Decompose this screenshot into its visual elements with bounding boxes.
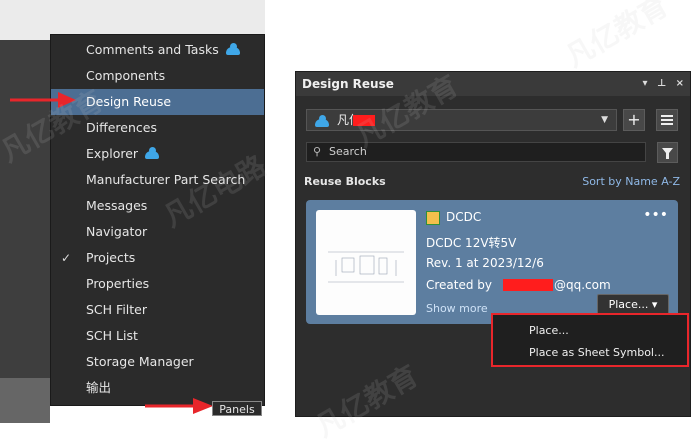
filter-button[interactable] [657,142,678,163]
reuse-block-icon [426,211,440,225]
menu-button[interactable] [656,109,678,131]
place-menu-item[interactable]: Place... [529,324,569,337]
reuse-block-card[interactable]: DCDC ••• DCDC 12V转5V Rev. 1 at 2023/12/6… [306,200,678,324]
more-options-icon[interactable]: ••• [643,207,668,223]
panels-menu-item[interactable]: SCH Filter [51,297,264,323]
cloud-icon [226,43,240,55]
panel-header-controls: ▾ ⊥ × [636,72,684,96]
panels-menu-item-label: Messages [86,198,148,213]
section-label: Reuse Blocks [304,175,386,188]
redacted-text [503,279,553,291]
panels-menu-item-label: SCH Filter [86,302,147,317]
block-name: DCDC [446,210,482,224]
panels-menu-item-label: Properties [86,276,150,291]
watermark: 凡亿教育 [560,0,674,74]
panels-menu-item[interactable]: ✓ Projects [51,245,264,271]
show-more-link[interactable]: Show more [426,302,488,315]
block-created-by-domain: @qq.com [554,278,611,292]
block-created-by: Created by [426,278,493,292]
place-dropdown-menu: Place... Place as Sheet Symbol... [491,313,689,367]
panels-menu-item-label: 输出 [86,380,112,395]
panels-menu-item-label: Navigator [86,224,148,239]
search-input[interactable]: ⚲ Search [306,142,646,162]
panels-menu-item[interactable]: Navigator [51,219,264,245]
checkmark-icon: ✓ [61,251,72,265]
panels-menu-item-label: Comments and Tasks [86,42,219,57]
hamburger-icon [661,115,673,125]
background-bottom [0,378,50,423]
block-revision: Rev. 1 at 2023/12/6 [426,256,544,270]
panels-menu-item-label: Storage Manager [86,354,194,369]
block-description: DCDC 12V转5V [426,236,517,250]
filter-icon [662,148,673,159]
panel-menu-icon[interactable]: ▾ [642,78,647,89]
schematic-thumbnail-image [328,251,404,283]
panels-menu-item[interactable]: Properties [51,271,264,297]
sort-button[interactable]: Sort by Name A-Z [582,175,680,188]
pin-icon[interactable]: ⊥ [657,78,666,89]
close-icon[interactable]: × [676,78,684,89]
cloud-icon [145,147,159,159]
block-thumbnail [316,210,416,315]
panels-menu-item[interactable]: Comments and Tasks [51,37,264,63]
panels-menu-item[interactable]: Storage Manager [51,349,264,375]
panels-menu-item-label: SCH List [86,328,138,343]
add-button[interactable]: + [623,109,645,131]
panel-header: Design Reuse ▾ ⊥ × [296,72,690,96]
panels-menu-item[interactable]: SCH List [51,323,264,349]
panels-menu-item-label: Explorer [86,146,139,161]
chevron-down-icon: ▼ [601,115,608,125]
cloud-icon [315,115,329,127]
panels-menu-item-label: Projects [86,250,136,265]
place-as-sheet-symbol-menu-item[interactable]: Place as Sheet Symbol... [529,346,664,359]
arrow-annotation-panels [145,398,213,414]
panels-button[interactable]: Panels [212,401,262,416]
panel-title: Design Reuse [302,77,394,91]
panels-menu-item-label: Components [86,68,166,83]
search-icon: ⚲ [313,145,322,158]
